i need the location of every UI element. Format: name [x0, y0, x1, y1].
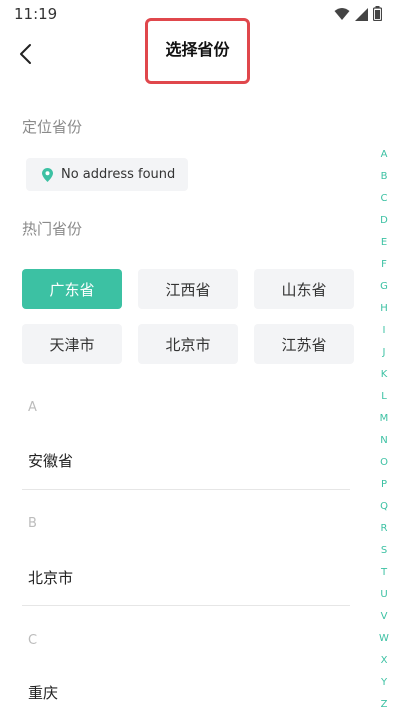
- index-letter-h[interactable]: H: [372, 298, 396, 320]
- location-pin-icon: [42, 167, 53, 182]
- index-letter-s[interactable]: S: [372, 540, 396, 562]
- index-letter-p[interactable]: P: [372, 474, 396, 496]
- index-letter-f[interactable]: F: [372, 254, 396, 276]
- index-letter-d[interactable]: D: [372, 210, 396, 232]
- index-letter-y[interactable]: Y: [372, 672, 396, 694]
- group-header-c: C: [28, 633, 38, 648]
- page-title: 选择省份: [165, 40, 230, 59]
- hot-province-jiangsu[interactable]: 江苏省: [254, 324, 354, 364]
- title-highlight-box: 选择省份: [145, 18, 250, 84]
- index-letter-c[interactable]: C: [372, 188, 396, 210]
- index-letter-l[interactable]: L: [372, 386, 396, 408]
- alphabet-index-bar[interactable]: ABCDEFGHIJKLMNOPQRSTUVWXYZ: [372, 144, 396, 716]
- index-letter-n[interactable]: N: [372, 430, 396, 452]
- list-item-beijing[interactable]: 北京市: [28, 567, 73, 588]
- index-letter-e[interactable]: E: [372, 232, 396, 254]
- location-section-label: 定位省份: [22, 118, 83, 136]
- hot-section-label: 热门省份: [22, 220, 83, 238]
- divider: [22, 489, 350, 490]
- index-letter-g[interactable]: G: [372, 276, 396, 298]
- index-letter-k[interactable]: K: [372, 364, 396, 386]
- hot-province-jiangxi[interactable]: 江西省: [138, 269, 238, 309]
- index-letter-r[interactable]: R: [372, 518, 396, 540]
- index-letter-j[interactable]: J: [372, 342, 396, 364]
- index-letter-v[interactable]: V: [372, 606, 396, 628]
- index-letter-q[interactable]: Q: [372, 496, 396, 518]
- index-letter-t[interactable]: T: [372, 562, 396, 584]
- index-letter-o[interactable]: O: [372, 452, 396, 474]
- index-letter-m[interactable]: M: [372, 408, 396, 430]
- index-letter-x[interactable]: X: [372, 650, 396, 672]
- back-button[interactable]: [10, 36, 46, 72]
- cellular-signal-icon: [355, 6, 368, 25]
- index-letter-a[interactable]: A: [372, 144, 396, 166]
- index-letter-z[interactable]: Z: [372, 694, 396, 716]
- location-chip-text: No address found: [61, 167, 176, 182]
- wifi-icon: [334, 6, 350, 25]
- divider: [22, 605, 350, 606]
- hot-province-shandong[interactable]: 山东省: [254, 269, 354, 309]
- location-chip[interactable]: No address found: [26, 158, 188, 191]
- status-time: 11:19: [14, 5, 58, 23]
- group-header-a: A: [28, 400, 37, 415]
- battery-icon: [372, 6, 383, 25]
- index-letter-u[interactable]: U: [372, 584, 396, 606]
- list-item-anhui[interactable]: 安徽省: [28, 450, 73, 471]
- group-header-b: B: [28, 516, 37, 531]
- index-letter-b[interactable]: B: [372, 166, 396, 188]
- chevron-left-icon: [20, 44, 31, 64]
- list-item-chongqing[interactable]: 重庆: [28, 682, 58, 703]
- index-letter-w[interactable]: W: [372, 628, 396, 650]
- hot-province-guangdong[interactable]: 广东省: [22, 269, 122, 309]
- hot-province-beijing[interactable]: 北京市: [138, 324, 238, 364]
- hot-province-tianjin[interactable]: 天津市: [22, 324, 122, 364]
- status-icons: [334, 6, 383, 25]
- header: 选择省份: [0, 18, 404, 84]
- index-letter-i[interactable]: I: [372, 320, 396, 342]
